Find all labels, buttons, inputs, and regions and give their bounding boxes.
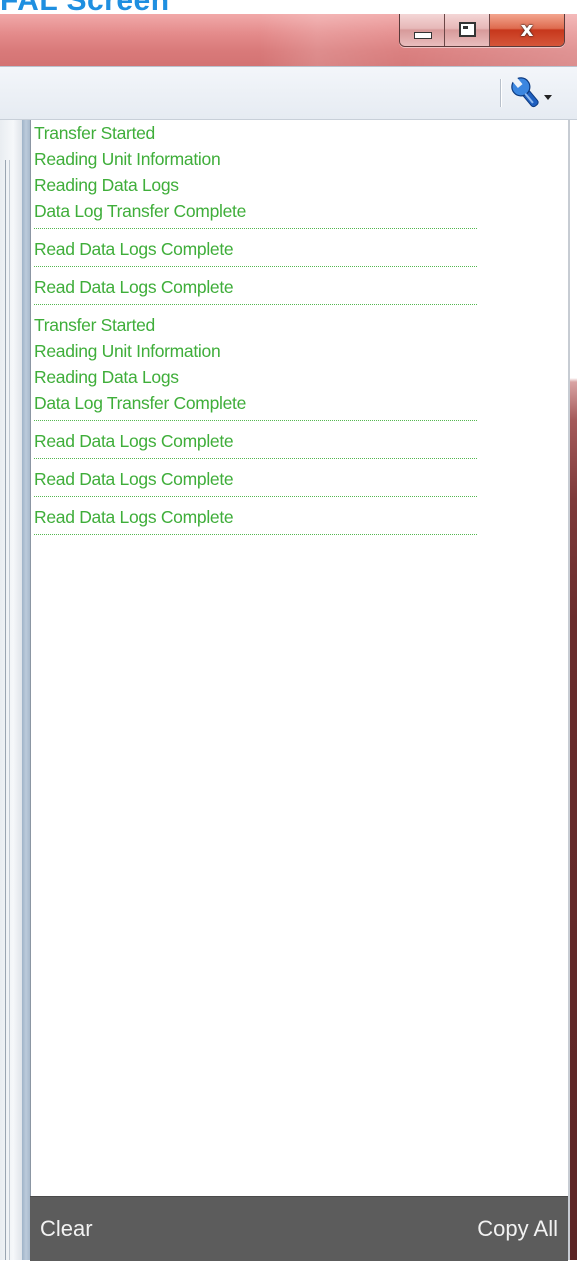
log-footer: Clear Copy All [30,1196,568,1261]
log-line: Data Log Transfer Complete [34,201,247,221]
maximize-icon [459,22,476,37]
maximize-button[interactable] [445,14,490,46]
log-panel: Transfer Started Reading Unit Information… [30,120,569,1196]
log-line: Read Data Logs Complete [34,431,234,451]
chevron-down-icon [544,95,552,100]
close-icon: x [520,17,534,41]
minimize-button[interactable] [400,14,445,46]
log-line: Read Data Logs Complete [34,469,234,489]
log-line: Read Data Logs Complete [34,507,234,527]
toolbar-separator [500,79,501,107]
tools-dropdown-button[interactable] [508,75,556,111]
log-line: Reading Unit Information [34,341,221,361]
log-separator [34,420,477,421]
log-line: Transfer Started [34,123,155,143]
log-separator [34,228,477,229]
log-line: Transfer Started [34,315,155,335]
log-separator [34,496,477,497]
log-list: Transfer Started Reading Unit Information… [34,120,504,542]
clear-button[interactable]: Clear [40,1197,93,1261]
log-line: Reading Data Logs [34,175,179,195]
log-line: Data Log Transfer Complete [34,393,247,413]
window-title-bar[interactable]: x [0,14,577,66]
close-button[interactable]: x [490,14,564,46]
toolbar [0,66,577,120]
minimize-icon [414,32,432,39]
log-separator [34,458,477,459]
log-line: Read Data Logs Complete [34,277,234,297]
log-line: Reading Data Logs [34,367,179,387]
log-separator [34,534,477,535]
left-side-panel [0,120,22,1260]
log-line: Read Data Logs Complete [34,239,234,259]
log-line: Reading Unit Information [34,149,221,169]
log-separator [34,304,477,305]
wrench-icon [511,77,552,108]
splitter-bar[interactable] [22,120,30,1260]
right-window-edge [568,120,577,1260]
copy-all-button[interactable]: Copy All [477,1197,558,1261]
log-separator [34,266,477,267]
caption-buttons: x [399,14,565,47]
